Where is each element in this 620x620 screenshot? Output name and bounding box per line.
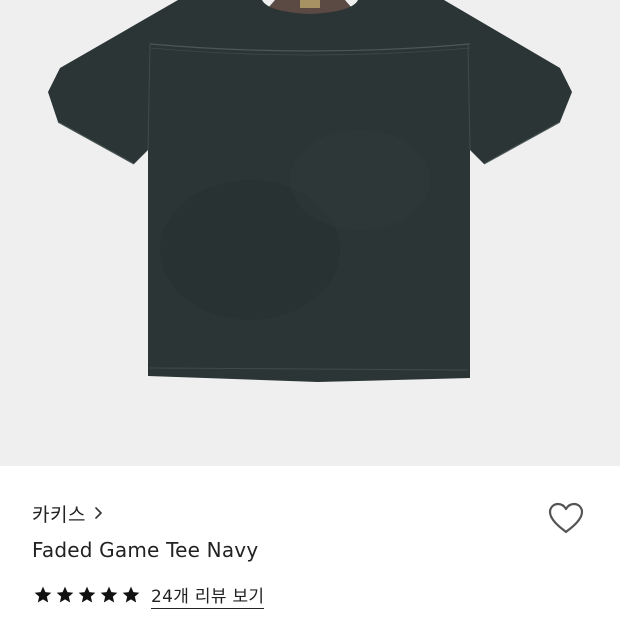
product-image[interactable] [0, 0, 620, 466]
heart-outline-icon [548, 502, 584, 534]
review-link[interactable]: 24개 리뷰 보기 [151, 582, 265, 609]
star-filled-icon [78, 586, 96, 603]
brand-link[interactable]: 카키스 [32, 498, 103, 528]
star-rating [33, 585, 141, 605]
star-filled-icon [34, 586, 52, 603]
star-filled-icon [100, 586, 118, 603]
product-info: 카키스 Faded Game Tee Navy 24개 리뷰 보기 [0, 466, 620, 620]
chevron-right-icon [95, 507, 102, 519]
t-shirt-illustration [48, 0, 572, 382]
star-filled-icon [122, 586, 140, 603]
like-button[interactable] [544, 498, 588, 538]
product-name: Faded Game Tee Navy [32, 538, 259, 562]
star-filled-icon [56, 586, 74, 603]
brand-name[interactable]: 카키스 [32, 500, 86, 527]
rating-row: 24개 리뷰 보기 [33, 580, 265, 610]
